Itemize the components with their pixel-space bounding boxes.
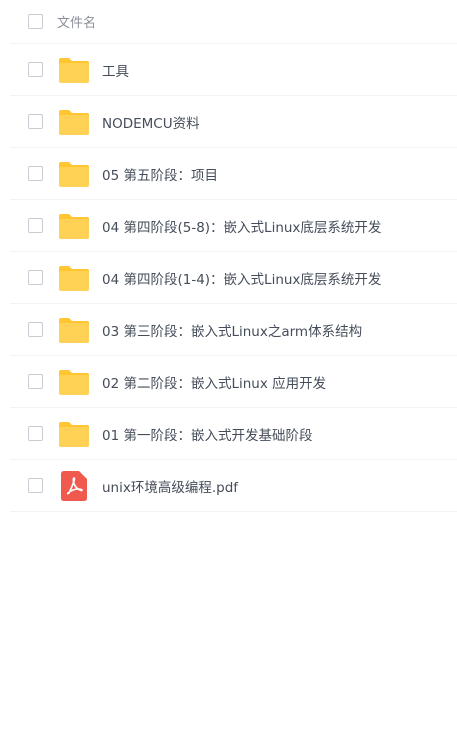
folder-icon bbox=[58, 418, 90, 450]
file-name[interactable]: 01 第一阶段：嵌入式开发基础阶段 bbox=[102, 424, 312, 444]
file-row[interactable]: unix环境高级编程.pdf bbox=[10, 460, 457, 512]
list-header: 文件名 bbox=[10, 0, 457, 44]
file-checkbox[interactable] bbox=[28, 166, 43, 181]
file-row[interactable]: 01 第一阶段：嵌入式开发基础阶段 bbox=[10, 408, 457, 460]
name-column-header[interactable]: 文件名 bbox=[57, 12, 96, 31]
file-name[interactable]: 04 第四阶段(5-8)：嵌入式Linux底层系统开发 bbox=[102, 216, 381, 236]
pdf-icon bbox=[58, 470, 90, 502]
file-row[interactable]: 02 第二阶段：嵌入式Linux 应用开发 bbox=[10, 356, 457, 408]
folder-icon bbox=[58, 314, 90, 346]
file-name[interactable]: 04 第四阶段(1-4)：嵌入式Linux底层系统开发 bbox=[102, 268, 381, 288]
file-row[interactable]: 03 第三阶段：嵌入式Linux之arm体系结构 bbox=[10, 304, 457, 356]
file-row[interactable]: 工具 bbox=[10, 44, 457, 96]
file-name[interactable]: unix环境高级编程.pdf bbox=[102, 476, 238, 496]
file-row[interactable]: 04 第四阶段(5-8)：嵌入式Linux底层系统开发 bbox=[10, 200, 457, 252]
file-checkbox[interactable] bbox=[28, 270, 43, 285]
file-row[interactable]: 04 第四阶段(1-4)：嵌入式Linux底层系统开发 bbox=[10, 252, 457, 304]
file-name[interactable]: 工具 bbox=[102, 60, 129, 80]
file-list: 文件名 工具 NODEMCU资料 05 第五阶段：项目 04 第四阶段(5-8)：嵌入… bbox=[10, 0, 457, 512]
folder-icon bbox=[58, 366, 90, 398]
file-name[interactable]: NODEMCU资料 bbox=[102, 112, 200, 132]
folder-icon bbox=[58, 106, 90, 138]
folder-icon bbox=[58, 210, 90, 242]
file-name[interactable]: 05 第五阶段：项目 bbox=[102, 164, 218, 184]
file-row[interactable]: NODEMCU资料 bbox=[10, 96, 457, 148]
folder-icon bbox=[58, 158, 90, 190]
folder-icon bbox=[58, 54, 90, 86]
file-rows: 工具 NODEMCU资料 05 第五阶段：项目 04 第四阶段(5-8)：嵌入式Lin… bbox=[10, 44, 457, 512]
file-checkbox[interactable] bbox=[28, 322, 43, 337]
file-checkbox[interactable] bbox=[28, 218, 43, 233]
file-name[interactable]: 03 第三阶段：嵌入式Linux之arm体系结构 bbox=[102, 320, 362, 340]
file-checkbox[interactable] bbox=[28, 62, 43, 77]
select-all-checkbox[interactable] bbox=[28, 13, 43, 29]
file-checkbox[interactable] bbox=[28, 478, 43, 493]
file-name[interactable]: 02 第二阶段：嵌入式Linux 应用开发 bbox=[102, 372, 326, 392]
file-checkbox[interactable] bbox=[28, 374, 43, 389]
folder-icon bbox=[58, 262, 90, 294]
file-checkbox[interactable] bbox=[28, 114, 43, 129]
file-checkbox[interactable] bbox=[28, 426, 43, 441]
file-row[interactable]: 05 第五阶段：项目 bbox=[10, 148, 457, 200]
